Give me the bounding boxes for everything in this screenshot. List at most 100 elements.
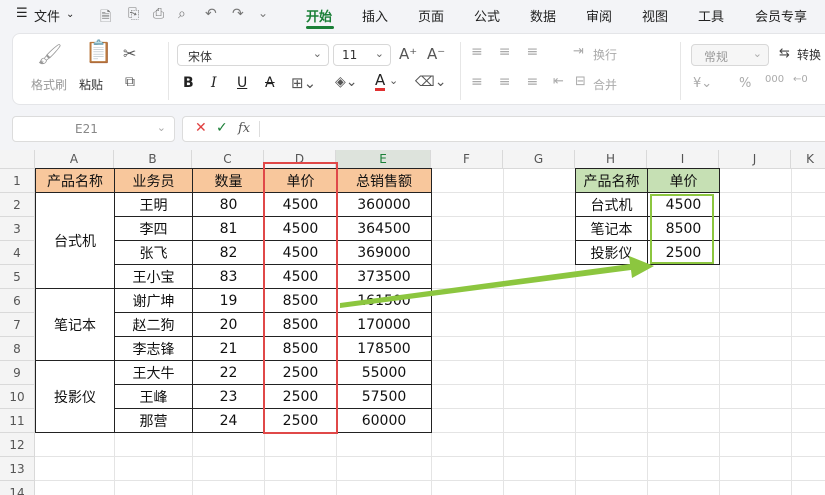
group-cell[interactable]: 台式机 [35,192,115,289]
cut-icon[interactable]: ✂ [123,44,136,63]
tab-review[interactable]: 审阅 [586,6,612,25]
table-cell[interactable]: 81 [192,216,265,241]
row-header-5[interactable]: 5 [0,265,35,289]
column-header-a[interactable]: A [35,150,114,169]
eraser-icon[interactable]: ⌫⌄ [415,74,447,90]
table-cell[interactable]: 8500 [264,312,337,337]
row-header-2[interactable]: 2 [0,193,35,217]
table-cell[interactable]: 4500 [264,240,337,265]
font-size-select[interactable]: 11 ⌄ [333,44,391,66]
paste-label[interactable]: 粘贴 [79,76,103,93]
font-color-icon[interactable]: A [375,73,386,91]
header-cell[interactable]: 单价 [264,168,337,193]
font-name-select[interactable]: 宋体 ⌄ [177,44,329,66]
tab-data[interactable]: 数据 [530,6,556,25]
row-header-11[interactable]: 11 [0,409,35,433]
table-cell[interactable]: 赵二狗 [114,312,193,337]
fill-color-icon[interactable]: ◈⌄ [335,74,358,90]
horizontal-align-icons[interactable]: ≡≡≡ [471,74,554,90]
row-header-13[interactable]: 13 [0,457,35,481]
column-header-k[interactable]: K [791,150,825,169]
chevron-down-icon[interactable]: ⌄ [389,74,398,87]
table-cell[interactable]: 22 [192,360,265,385]
export-pdf-icon[interactable]: ⎘ [128,6,139,22]
tab-formula[interactable]: 公式 [474,6,500,25]
tab-page[interactable]: 页面 [418,6,444,25]
column-header-h[interactable]: H [575,150,647,169]
decimal-icon[interactable]: ←0 [793,74,808,85]
increase-font-icon[interactable]: A⁺ [399,45,417,63]
table-cell[interactable]: 李志锋 [114,336,193,361]
confirm-icon[interactable]: ✓ [216,120,228,136]
group-cell[interactable]: 笔记本 [35,288,115,361]
table-cell[interactable]: 55000 [336,360,432,385]
table-cell[interactable]: 4500 [264,264,337,289]
copy-icon[interactable]: ⧉ [125,74,135,90]
table-cell[interactable]: 王小宝 [114,264,193,289]
lookup-cell[interactable]: 2500 [647,240,720,265]
table-cell[interactable]: 24 [192,408,265,433]
lookup-cell[interactable]: 台式机 [575,192,648,217]
column-header-g[interactable]: G [503,150,575,169]
undo-icon[interactable]: ↶ [205,6,217,22]
lookup-cell[interactable]: 投影仪 [575,240,648,265]
table-cell[interactable]: 83 [192,264,265,289]
name-box[interactable]: E21 ⌄ [12,116,175,142]
thousands-icon[interactable]: 000 [765,74,784,85]
tab-tools[interactable]: 工具 [698,6,724,25]
format-painter-label[interactable]: 格式刷 [31,76,67,93]
tab-insert[interactable]: 插入 [362,6,388,25]
row-header-6[interactable]: 6 [0,289,35,313]
convert-icon[interactable]: ⇆ [779,46,790,61]
strikethrough-button[interactable]: A [265,75,275,91]
table-cell[interactable]: 4500 [264,192,337,217]
table-cell[interactable]: 360000 [336,192,432,217]
table-cell[interactable]: 2500 [264,384,337,409]
table-cell[interactable]: 王大牛 [114,360,193,385]
header-cell[interactable]: 数量 [192,168,265,193]
column-header-e[interactable]: E [336,150,431,169]
header-cell[interactable]: 产品名称 [35,168,115,193]
lookup-header-cell[interactable]: 产品名称 [575,168,648,193]
print-icon[interactable]: ⎙ [153,6,164,22]
group-cell[interactable]: 投影仪 [35,360,115,433]
row-header-7[interactable]: 7 [0,313,35,337]
table-cell[interactable]: 张飞 [114,240,193,265]
column-header-c[interactable]: C [192,150,264,169]
row-header-10[interactable]: 10 [0,385,35,409]
print-preview-icon[interactable]: ⌕ [178,6,186,22]
column-header-d[interactable]: D [264,150,336,169]
table-cell[interactable]: 2500 [264,408,337,433]
column-header-j[interactable]: J [719,150,791,169]
header-cell[interactable]: 业务员 [114,168,193,193]
redo-icon[interactable]: ↷ [232,6,244,22]
table-cell[interactable]: 8500 [264,336,337,361]
decrease-font-icon[interactable]: A⁻ [427,45,445,63]
table-cell[interactable]: 那营 [114,408,193,433]
table-cell[interactable]: 谢广坤 [114,288,193,313]
lookup-cell[interactable]: 笔记本 [575,216,648,241]
convert-label[interactable]: 转换 [797,46,821,63]
tab-home[interactable]: 开始 [306,6,332,25]
tab-view[interactable]: 视图 [642,6,668,25]
italic-button[interactable]: I [211,75,217,91]
currency-icon[interactable]: ¥⌄ [693,76,712,91]
lookup-cell[interactable]: 8500 [647,216,720,241]
column-header-f[interactable]: F [431,150,503,169]
function-icon[interactable]: fx [238,121,250,136]
row-header-14[interactable]: 14 [0,481,35,495]
table-cell[interactable]: 20 [192,312,265,337]
tab-member[interactable]: 会员专享 [755,6,807,25]
merge-label[interactable]: 合并 [593,76,617,93]
table-cell[interactable]: 82 [192,240,265,265]
underline-button[interactable]: U [237,75,247,91]
table-cell[interactable]: 王明 [114,192,193,217]
column-header-i[interactable]: I [647,150,719,169]
select-all-corner[interactable] [0,150,35,169]
format-painter-icon[interactable]: 🖌 [37,42,62,66]
formula-bar[interactable]: ✕ ✓ fx [182,116,825,142]
save-icon[interactable]: 🗎 [100,6,111,30]
table-cell[interactable]: 373500 [336,264,432,289]
vertical-align-icons[interactable]: ≡≡≡ [471,44,554,60]
wrap-icon[interactable]: ⇥ [573,44,584,59]
